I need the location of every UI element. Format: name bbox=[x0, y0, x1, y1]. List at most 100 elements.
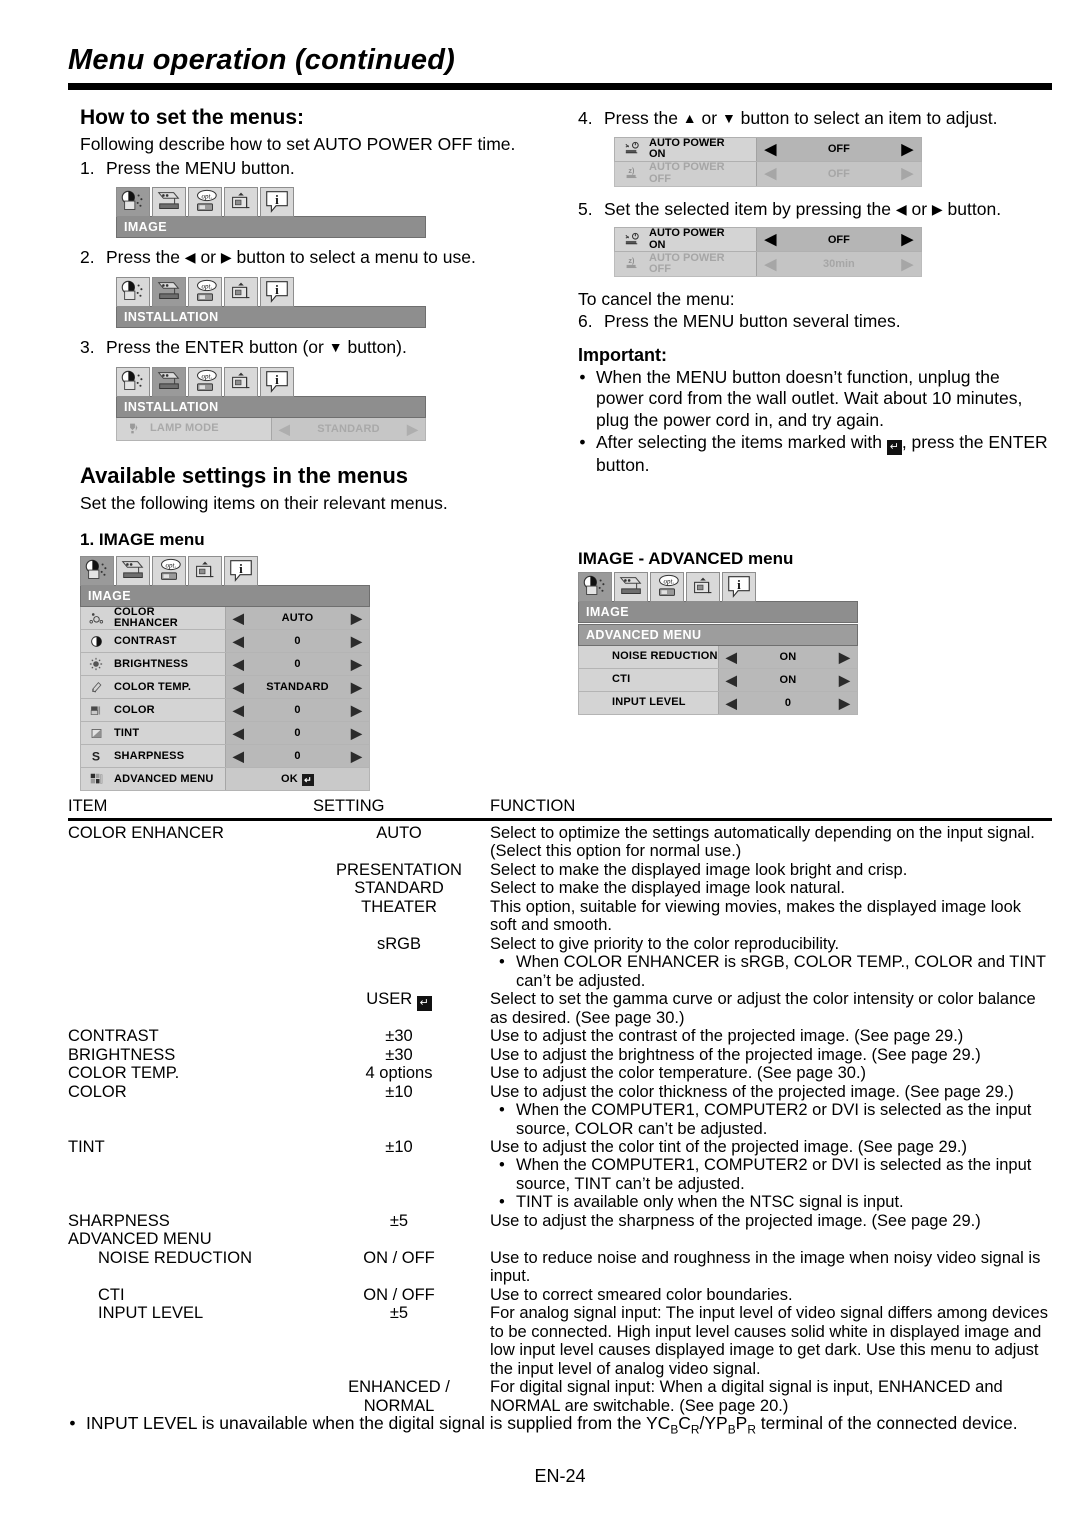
tab-installation-icon[interactable] bbox=[152, 366, 186, 397]
tab-signal-icon[interactable] bbox=[686, 572, 720, 602]
table-cell-function: Use to adjust the color temperature. (Se… bbox=[485, 1064, 1052, 1082]
left-arrow-icon[interactable]: ◀ bbox=[233, 680, 244, 694]
osd-row-value-control[interactable]: ◀ 0 ▶ bbox=[225, 699, 369, 722]
left-arrow-icon[interactable]: ◀ bbox=[279, 422, 290, 436]
left-arrow-glyph: ◀ bbox=[895, 200, 907, 217]
osd-tab-row-advanced: opt. i bbox=[578, 572, 858, 602]
osd-row-value-control[interactable]: ◀ 0 ▶ bbox=[225, 722, 369, 745]
osd-row-tint[interactable]: TINT ◀ 0 ▶ bbox=[80, 722, 370, 746]
right-arrow-icon[interactable]: ▶ bbox=[901, 257, 913, 272]
contrast-icon bbox=[81, 635, 111, 648]
tab-information-icon[interactable]: i bbox=[224, 556, 258, 587]
tab-information-icon[interactable]: i bbox=[722, 572, 756, 602]
tab-information-icon[interactable]: i bbox=[260, 187, 294, 218]
osd-row-value-control[interactable]: ◀ 0 ▶ bbox=[225, 653, 369, 676]
left-arrow-icon[interactable]: ◀ bbox=[765, 257, 777, 272]
right-arrow-icon[interactable]: ▶ bbox=[351, 726, 362, 740]
osd-row-value-control[interactable]: ◀ OFF ▶ bbox=[755, 161, 921, 186]
right-arrow-icon[interactable]: ▶ bbox=[839, 696, 850, 710]
osd-row-sharpness[interactable]: S SHARPNESS ◀ 0 ▶ bbox=[80, 745, 370, 769]
table-cell-function: Select to make the displayed image look … bbox=[485, 861, 1052, 879]
osd-row-value-control[interactable]: ◀ ON ▶ bbox=[718, 646, 857, 668]
tab-image-icon[interactable] bbox=[116, 366, 150, 397]
osd-row-color-temp[interactable]: COLOR TEMP. ◀ STANDARD ▶ bbox=[80, 676, 370, 700]
tab-signal-icon[interactable] bbox=[224, 277, 258, 308]
tab-installation-icon[interactable] bbox=[116, 556, 150, 587]
osd-row-auto-power-off[interactable]: z) AUTO POWER OFF ◀ OFF ▶ bbox=[614, 161, 922, 187]
step-3: 3. Press the ENTER button (or ▼ button). bbox=[80, 337, 560, 359]
tab-option-icon[interactable]: opt. bbox=[650, 572, 684, 602]
right-arrow-icon[interactable]: ▶ bbox=[901, 166, 913, 181]
osd-row-value-control[interactable]: ◀ STANDARD ▶ bbox=[225, 676, 369, 699]
right-arrow-icon[interactable]: ▶ bbox=[351, 749, 362, 763]
osd-row-color[interactable]: COLOR ◀ 0 ▶ bbox=[80, 699, 370, 723]
osd-row-value-control[interactable]: OK ↵ bbox=[225, 768, 369, 791]
tab-image-icon[interactable] bbox=[578, 572, 612, 602]
left-arrow-icon[interactable]: ◀ bbox=[765, 142, 777, 157]
osd-row-value-control[interactable]: ◀ ON ▶ bbox=[718, 669, 857, 691]
tab-signal-icon[interactable] bbox=[224, 187, 258, 218]
osd-row-contrast[interactable]: CONTRAST ◀ 0 ▶ bbox=[80, 630, 370, 654]
right-arrow-icon[interactable]: ▶ bbox=[351, 680, 362, 694]
osd-row-advanced-menu[interactable]: ADVANCED MENU OK ↵ bbox=[80, 768, 370, 792]
right-arrow-icon[interactable]: ▶ bbox=[901, 142, 913, 157]
osd-row-lamp-mode[interactable]: LAMP MODE ◀ STANDARD ▶ bbox=[116, 417, 426, 441]
right-arrow-icon[interactable]: ▶ bbox=[351, 634, 362, 648]
left-arrow-icon[interactable]: ◀ bbox=[233, 703, 244, 717]
tab-option-icon[interactable]: opt. bbox=[188, 277, 222, 308]
right-arrow-icon[interactable]: ▶ bbox=[351, 611, 362, 625]
osd-row-value-control[interactable]: ◀ 30min ▶ bbox=[755, 252, 921, 277]
osd-row-auto-power-on[interactable]: AUTO POWER ON ◀ OFF ▶ bbox=[614, 136, 922, 162]
left-arrow-icon[interactable]: ◀ bbox=[726, 650, 737, 664]
left-arrow-icon[interactable]: ◀ bbox=[726, 673, 737, 687]
tab-signal-icon[interactable] bbox=[188, 556, 222, 587]
right-arrow-icon[interactable]: ▶ bbox=[351, 657, 362, 671]
left-arrow-icon[interactable]: ◀ bbox=[233, 611, 244, 625]
tab-option-icon[interactable]: opt. bbox=[188, 187, 222, 218]
table-cell-setting: USER ↵ bbox=[313, 990, 485, 1027]
osd-row-value-control[interactable]: ◀ AUTO ▶ bbox=[225, 607, 369, 630]
osd-row-cti[interactable]: CTI ◀ ON ▶ bbox=[578, 669, 858, 692]
right-arrow-icon[interactable]: ▶ bbox=[351, 703, 362, 717]
osd-row-label: COLOR bbox=[114, 703, 155, 716]
tab-image-icon[interactable] bbox=[116, 187, 150, 218]
tab-installation-icon[interactable] bbox=[614, 572, 648, 602]
left-arrow-icon[interactable]: ◀ bbox=[233, 726, 244, 740]
tab-information-icon[interactable]: i bbox=[260, 277, 294, 308]
osd-row-brightness[interactable]: BRIGHTNESS ◀ 0 ▶ bbox=[80, 653, 370, 677]
osd-row-value-control[interactable]: ◀ STANDARD ▶ bbox=[271, 417, 425, 440]
tab-installation-icon[interactable] bbox=[152, 277, 186, 308]
tab-option-icon[interactable]: opt. bbox=[188, 366, 222, 397]
right-arrow-icon[interactable]: ▶ bbox=[839, 673, 850, 687]
osd-row-auto-power-off[interactable]: z) AUTO POWER OFF ◀ 30min ▶ bbox=[614, 252, 922, 278]
tab-signal-icon[interactable] bbox=[224, 366, 258, 397]
left-arrow-icon[interactable]: ◀ bbox=[233, 657, 244, 671]
left-arrow-icon[interactable]: ◀ bbox=[765, 232, 777, 247]
left-arrow-icon[interactable]: ◀ bbox=[726, 696, 737, 710]
left-arrow-icon[interactable]: ◀ bbox=[233, 749, 244, 763]
osd-row-label: LAMP MODE bbox=[150, 421, 219, 434]
bullet-dot: • bbox=[579, 431, 586, 452]
osd-auto-power-2: AUTO POWER ON ◀ OFF ▶ z) AUTO POWER OFF ◀ … bbox=[614, 227, 922, 278]
osd-row-auto-power-on[interactable]: AUTO POWER ON ◀ OFF ▶ bbox=[614, 227, 922, 253]
osd-row-value-control[interactable]: ◀ 0 ▶ bbox=[718, 692, 857, 714]
osd-row-noise-reduction[interactable]: NOISE REDUCTION ◀ ON ▶ bbox=[578, 646, 858, 669]
step-6: 6. Press the MENU button several times. bbox=[578, 311, 1052, 333]
tab-image-icon[interactable] bbox=[116, 277, 150, 308]
tab-image-icon[interactable] bbox=[80, 556, 114, 587]
right-arrow-icon[interactable]: ▶ bbox=[839, 650, 850, 664]
tab-option-icon[interactable]: opt. bbox=[152, 556, 186, 587]
right-arrow-icon[interactable]: ▶ bbox=[407, 422, 418, 436]
osd-row-value: ON bbox=[779, 674, 797, 686]
osd-row-value-control[interactable]: ◀ OFF ▶ bbox=[755, 228, 921, 252]
right-arrow-icon[interactable]: ▶ bbox=[901, 232, 913, 247]
tab-installation-icon[interactable] bbox=[152, 187, 186, 218]
left-arrow-icon[interactable]: ◀ bbox=[233, 634, 244, 648]
osd-row-color-enhancer[interactable]: COLOR ENHANCER ◀ AUTO ▶ bbox=[80, 606, 370, 631]
osd-row-value-control[interactable]: ◀ OFF ▶ bbox=[755, 137, 921, 161]
left-arrow-icon[interactable]: ◀ bbox=[765, 166, 777, 181]
osd-row-value-control[interactable]: ◀ 0 ▶ bbox=[225, 630, 369, 653]
tab-information-icon[interactable]: i bbox=[260, 366, 294, 397]
osd-row-input-level[interactable]: INPUT LEVEL ◀ 0 ▶ bbox=[578, 692, 858, 715]
osd-row-value-control[interactable]: ◀ 0 ▶ bbox=[225, 745, 369, 768]
